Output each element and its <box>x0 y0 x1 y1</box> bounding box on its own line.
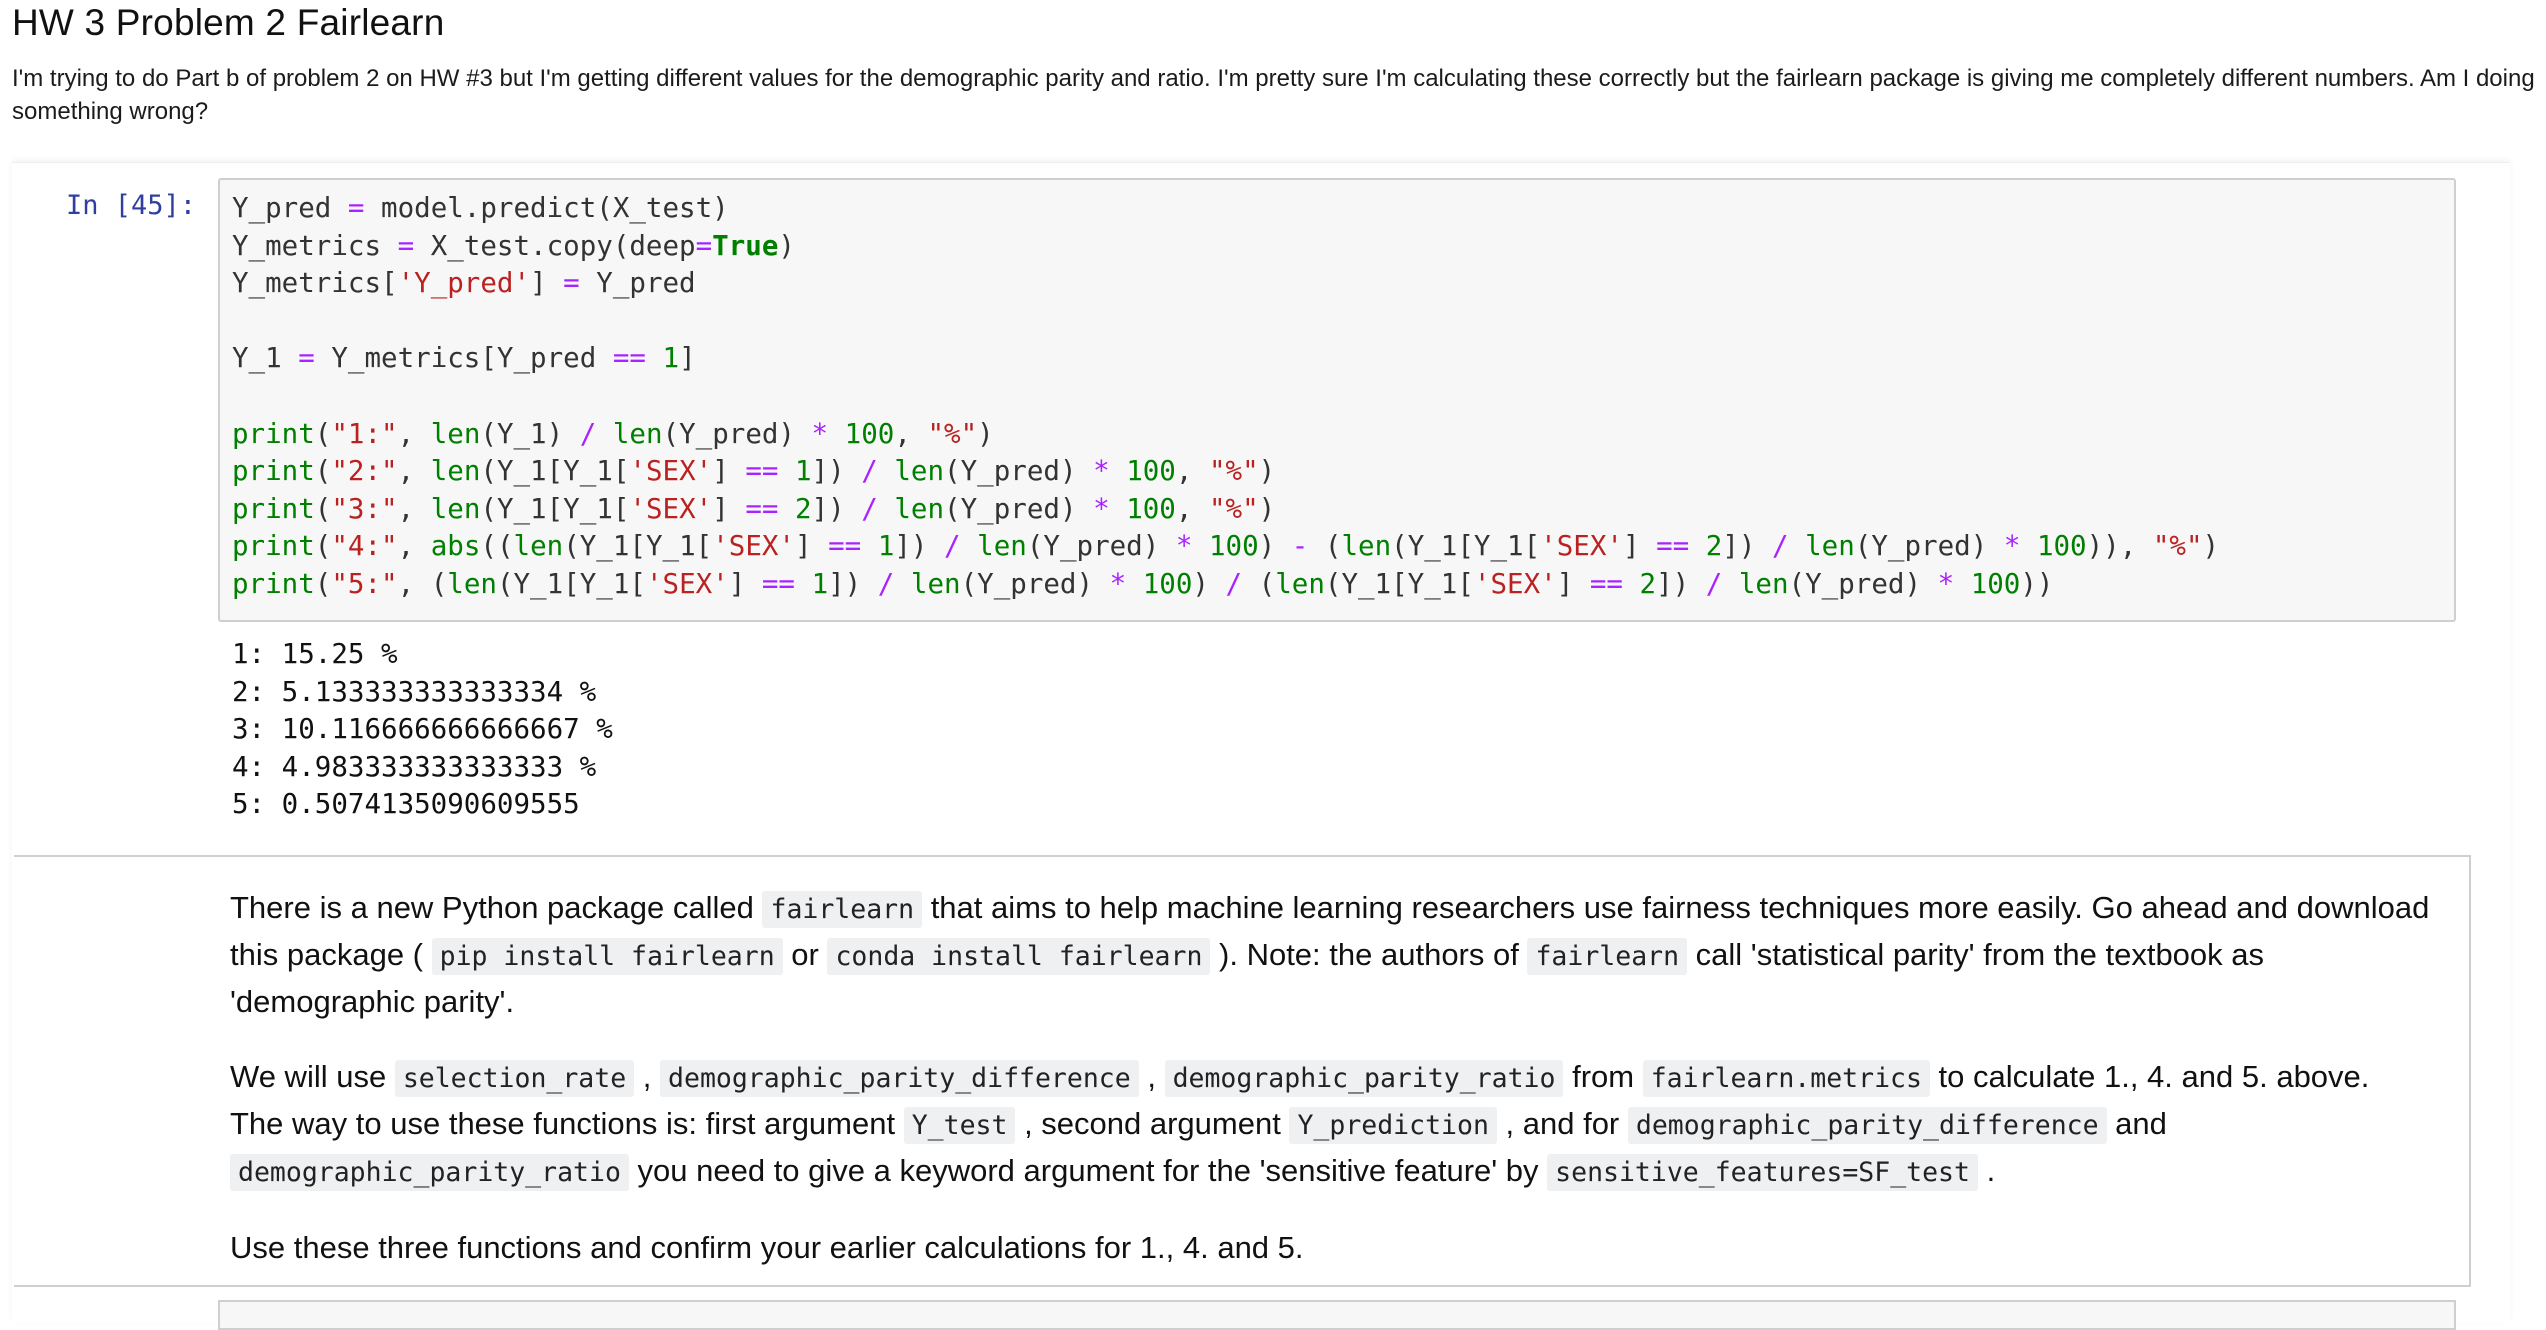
next-code-cell[interactable] <box>218 1300 2456 1330</box>
markdown-paragraph-3: Use these three functions and confirm yo… <box>230 1230 1304 1265</box>
inline-code: demographic_parity_difference <box>660 1060 1139 1097</box>
cell-output: 1: 15.25 % 2: 5.133333333333334 % 3: 10.… <box>232 638 613 821</box>
inline-code: Y_test <box>903 1107 1016 1144</box>
markdown-content: There is a new Python package called fai… <box>230 885 2430 1300</box>
markdown-paragraph-2: We will use selection_rate , demographic… <box>230 1054 2430 1195</box>
inline-code: pip install fairlearn <box>431 938 783 975</box>
post-body: I'm trying to do Part b of problem 2 on … <box>12 65 2535 125</box>
post-title: HW 3 Problem 2 Fairlearn <box>12 2 445 43</box>
inline-code: sensitive_features=SF_test <box>1547 1154 1978 1191</box>
inline-code: demographic_parity_difference <box>1627 1107 2107 1144</box>
inline-code: fairlearn.metrics <box>1642 1060 1930 1097</box>
inline-code: fairlearn <box>1527 938 1688 975</box>
inline-code: selection_rate <box>394 1060 635 1097</box>
cell-prompt: In [45]: <box>66 190 197 221</box>
markdown-paragraph-1: There is a new Python package called fai… <box>230 890 2430 1019</box>
inline-code: demographic_parity_ratio <box>1164 1060 1564 1097</box>
code-cell: Y_pred = model.predict(X_test) Y_metrics… <box>218 178 2456 622</box>
inline-code: conda install fairlearn <box>827 938 1211 975</box>
inline-code: Y_prediction <box>1289 1107 1497 1144</box>
code-text: Y_pred = model.predict(X_test) Y_metrics… <box>232 192 2220 600</box>
inline-code: demographic_parity_ratio <box>230 1154 629 1191</box>
inline-code: fairlearn <box>762 891 923 928</box>
